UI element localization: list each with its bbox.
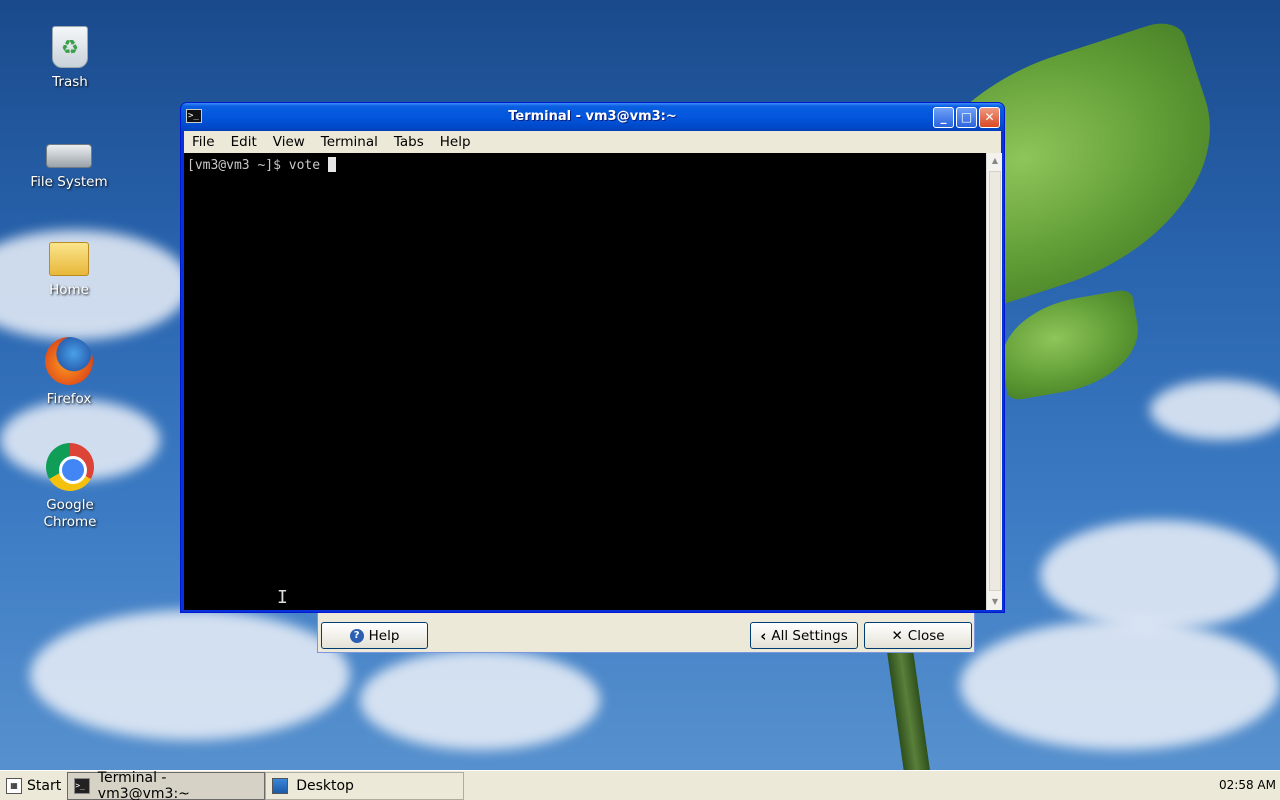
desktop-icon-file-system[interactable]: File System xyxy=(14,126,124,191)
close-icon: ✕ xyxy=(891,627,903,644)
desktop-icon-label: Google Chrome xyxy=(43,497,97,530)
chrome-icon xyxy=(46,443,94,491)
vertical-scrollbar[interactable]: ▲ ▼ xyxy=(986,153,1002,610)
folder-icon xyxy=(49,242,89,276)
terminal-icon: >_ xyxy=(74,777,90,794)
desktop-icon-label: Home xyxy=(49,282,89,298)
taskbar-button-desktop[interactable]: Desktop xyxy=(265,771,465,800)
menu-view[interactable]: View xyxy=(265,134,313,150)
desktop-icon-home[interactable]: Home xyxy=(14,232,124,299)
terminal-output[interactable]: [vm3@vm3 ~]$ vote I xyxy=(184,153,986,610)
trash-icon xyxy=(52,26,88,68)
maximize-icon: □ xyxy=(960,110,973,124)
maximize-button[interactable]: □ xyxy=(956,107,977,128)
help-button[interactable]: ? Help xyxy=(321,622,428,649)
window-close-button[interactable]: ✕ xyxy=(979,107,1000,128)
close-button[interactable]: ✕ Close xyxy=(864,622,972,649)
start-icon: ▦ xyxy=(6,777,22,794)
settings-dialog: ? Help ‹ All Settings ✕ Close xyxy=(317,612,975,653)
clock: 02:58 AM xyxy=(1219,778,1276,792)
menu-edit[interactable]: Edit xyxy=(223,134,265,150)
taskbar: ▦ Start >_ Terminal - vm3@vm3:~ Desktop … xyxy=(0,770,1280,800)
help-button-label: Help xyxy=(368,627,400,644)
prompt-line: [vm3@vm3 ~]$ vote xyxy=(187,158,328,173)
close-button-label: Close xyxy=(907,627,945,644)
all-settings-button[interactable]: ‹ All Settings xyxy=(750,622,858,649)
chevron-left-icon: ‹ xyxy=(760,626,767,645)
minimize-icon: _ xyxy=(940,110,947,124)
desktop-icon-trash[interactable]: Trash xyxy=(15,22,125,91)
title-bar[interactable]: >_ Terminal - vm3@vm3:~ _ □ ✕ xyxy=(181,103,1004,131)
taskbar-button-label: Terminal - vm3@vm3:~ xyxy=(97,769,190,800)
window-title: Terminal - vm3@vm3:~ xyxy=(508,109,677,124)
scrollbar-thumb[interactable] xyxy=(989,171,1001,591)
scroll-up-icon[interactable]: ▲ xyxy=(987,153,1003,169)
taskbar-button-terminal[interactable]: >_ Terminal - vm3@vm3:~ xyxy=(67,769,266,800)
drive-icon xyxy=(46,144,92,168)
menu-terminal[interactable]: Terminal xyxy=(313,134,386,150)
menu-tabs[interactable]: Tabs xyxy=(386,134,432,150)
menu-file[interactable]: File xyxy=(184,134,223,150)
desktop-icon-firefox[interactable]: Firefox xyxy=(14,337,124,408)
firefox-icon xyxy=(45,337,93,385)
menu-help[interactable]: Help xyxy=(432,134,479,150)
desktop-icon-label: Trash xyxy=(52,74,88,90)
desktop-icon xyxy=(272,777,289,794)
scroll-down-icon[interactable]: ▼ xyxy=(987,594,1003,610)
minimize-button[interactable]: _ xyxy=(933,107,954,128)
desktop-icon-chrome[interactable]: Google Chrome xyxy=(15,443,125,531)
start-button[interactable]: ▦ Start xyxy=(0,772,67,800)
desktop-icon-label: Firefox xyxy=(46,391,92,407)
desktop-icon-label: File System xyxy=(30,174,108,190)
taskbar-button-label: Desktop xyxy=(296,777,354,794)
close-icon: ✕ xyxy=(984,110,995,124)
menu-bar: File Edit View Terminal Tabs Help xyxy=(184,131,1001,153)
start-label: Start xyxy=(27,777,62,794)
text-cursor xyxy=(327,157,336,172)
all-settings-button-label: All Settings xyxy=(771,627,848,644)
help-icon: ? xyxy=(349,628,364,643)
terminal-window: >_ Terminal - vm3@vm3:~ _ □ ✕ File Edit … xyxy=(180,102,1005,613)
ibeam-cursor-icon: I xyxy=(277,587,288,608)
